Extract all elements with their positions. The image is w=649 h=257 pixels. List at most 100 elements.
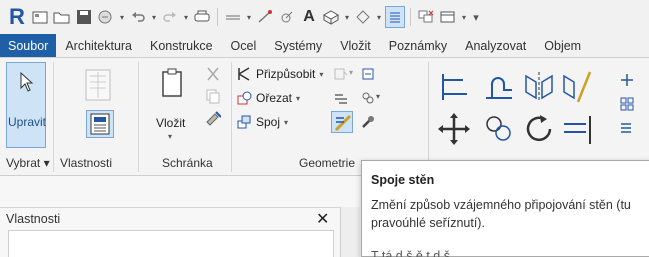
tooltip-description: Změní způsob vzájemného připojování stěn… <box>371 196 649 232</box>
spoj-button[interactable]: Spoj ▾ <box>236 114 288 130</box>
chevron-down-icon: ▾ <box>296 93 301 103</box>
tab-objem[interactable]: Objem <box>535 34 590 57</box>
tooltip-line-2: pravoúhlé seříznutí). <box>371 216 485 230</box>
redo-icon[interactable] <box>160 6 180 28</box>
prizpusobit-button[interactable]: Přizpůsobit ▾ <box>236 66 323 82</box>
toolbar-divider <box>217 8 218 26</box>
chevron-down-icon[interactable]: ▾ <box>182 13 190 22</box>
tab-systemy[interactable]: Systémy <box>265 34 331 57</box>
cope-icon <box>236 66 252 82</box>
panel-schranka-label: Schránka <box>162 156 213 170</box>
tab-konstrukce[interactable]: Konstrukce <box>141 34 222 57</box>
close-icon[interactable]: ✕ <box>316 209 329 229</box>
trim-extend-icon[interactable] <box>562 112 596 146</box>
prizpusobit-label: Přizpůsobit <box>256 67 316 81</box>
undo-icon[interactable] <box>128 6 148 28</box>
quick-access-toolbar: R ▾ ▾ ▾ ▾ A ▾ ▾ ▾ ▾ <box>0 0 649 34</box>
chevron-down-icon[interactable]: ▾ <box>245 13 253 22</box>
panel-geometrie-label: Geometrie <box>299 156 356 170</box>
align-icon[interactable] <box>437 70 471 104</box>
chevron-down-icon: ▾ <box>284 117 289 127</box>
wrench-icon[interactable] <box>360 114 376 130</box>
switch-windows-icon[interactable] <box>438 6 458 28</box>
dimension-icon[interactable] <box>255 6 275 28</box>
properties-palette-title: Vlastnosti <box>6 212 61 226</box>
revit-logo[interactable]: R <box>6 4 28 30</box>
measure-icon[interactable] <box>223 6 243 28</box>
mirror-pick-axis-icon[interactable] <box>522 70 556 104</box>
text-icon[interactable]: A <box>299 6 319 28</box>
panel-vybrat[interactable]: Vybrat ▾ <box>6 156 50 170</box>
chevron-down-icon: ▾ <box>319 69 324 79</box>
chevron-down-icon: ▾ <box>349 68 354 77</box>
save-icon[interactable] <box>74 6 94 28</box>
move-icon[interactable] <box>437 112 471 146</box>
type-properties-icon <box>85 69 111 101</box>
panel-divider <box>138 62 139 172</box>
paste-icon <box>162 68 182 97</box>
cut-icon[interactable] <box>205 66 221 82</box>
type-selector[interactable] <box>8 230 334 257</box>
customize-icon[interactable]: ▾ <box>470 11 482 24</box>
properties-button[interactable] <box>86 110 114 138</box>
sync-icon[interactable] <box>96 6 116 28</box>
paint-icon[interactable] <box>333 66 349 82</box>
chevron-down-icon[interactable]: ▾ <box>460 13 468 22</box>
match-properties-icon[interactable] <box>205 110 221 126</box>
mirror-draw-axis-icon[interactable] <box>560 70 594 104</box>
tab-ocel[interactable]: Ocel <box>222 34 266 57</box>
split-face-icon[interactable] <box>333 90 349 106</box>
copy-large-icon[interactable] <box>482 112 516 146</box>
tag-icon[interactable] <box>277 6 297 28</box>
upravit-label: Upravit <box>7 115 46 129</box>
close-hidden-icon[interactable] <box>416 6 436 28</box>
wall-joins-icon <box>334 114 352 132</box>
tooltip-title: Spoje stěn <box>371 173 435 187</box>
chevron-down-icon[interactable]: ▾ <box>343 13 351 22</box>
copy-icon[interactable] <box>205 88 221 104</box>
tab-vlozit[interactable]: Vložit <box>331 34 380 57</box>
tooltip-wall-joins: Spoje stěn Změní způsob vzájemného připo… <box>361 160 649 257</box>
cut-geometry-icon <box>236 90 252 106</box>
properties-icon <box>90 113 110 135</box>
rotate-icon[interactable] <box>522 112 556 146</box>
vlozit-label: Vložit <box>156 116 186 130</box>
panel-divider <box>231 62 232 172</box>
panel-vlastnosti-label: Vlastnosti <box>60 156 113 170</box>
ribbon-tabs: Soubor Architektura Konstrukce Ocel Syst… <box>0 34 649 58</box>
view-tab-strip[interactable] <box>340 207 360 257</box>
orezat-button[interactable]: Ořezat ▾ <box>236 90 300 106</box>
vlozit-button[interactable]: Vložit ▾ <box>150 64 196 150</box>
cursor-icon <box>20 71 34 92</box>
panel-divider <box>53 62 54 172</box>
ribbon-panel-area: Upravit Vybrat ▾ Vlastnosti Vložit ▾ Sch… <box>0 58 649 176</box>
tab-analyzovat[interactable]: Analyzovat <box>456 34 535 57</box>
section-icon[interactable] <box>353 6 373 28</box>
3d-view-icon[interactable] <box>321 6 341 28</box>
array-icon[interactable] <box>619 96 635 112</box>
tooltip-line-1: Změní způsob vzájemného připojování stěn… <box>371 198 631 212</box>
print-icon[interactable] <box>192 6 212 28</box>
open-icon[interactable] <box>52 6 72 28</box>
toolbar-divider <box>410 8 411 26</box>
chevron-down-icon[interactable]: ▾ <box>118 13 126 22</box>
thin-lines-icon[interactable] <box>385 6 405 28</box>
home-icon[interactable] <box>30 6 50 28</box>
panel-vybrat-label: Vybrat <box>6 156 41 170</box>
chevron-down-icon: ▾ <box>168 132 173 141</box>
properties-palette-header: Vlastnosti ✕ <box>0 207 340 229</box>
demolish-icon[interactable] <box>360 66 376 82</box>
tab-poznamky[interactable]: Poznámky <box>380 34 456 57</box>
upravit-button[interactable]: Upravit <box>6 62 46 148</box>
wall-joins-button[interactable] <box>331 111 353 133</box>
offset-large-icon[interactable] <box>482 70 516 104</box>
tab-architektura[interactable]: Architektura <box>56 34 141 57</box>
chevron-down-icon[interactable]: ▾ <box>150 13 158 22</box>
orezat-label: Ořezat <box>256 91 293 105</box>
move-small-icon[interactable] <box>619 72 635 88</box>
scale-icon[interactable] <box>619 120 635 136</box>
offset-icon[interactable] <box>360 90 376 106</box>
chevron-down-icon: ▾ <box>376 92 381 101</box>
tab-soubor[interactable]: Soubor <box>0 34 57 57</box>
chevron-down-icon[interactable]: ▾ <box>375 13 383 22</box>
